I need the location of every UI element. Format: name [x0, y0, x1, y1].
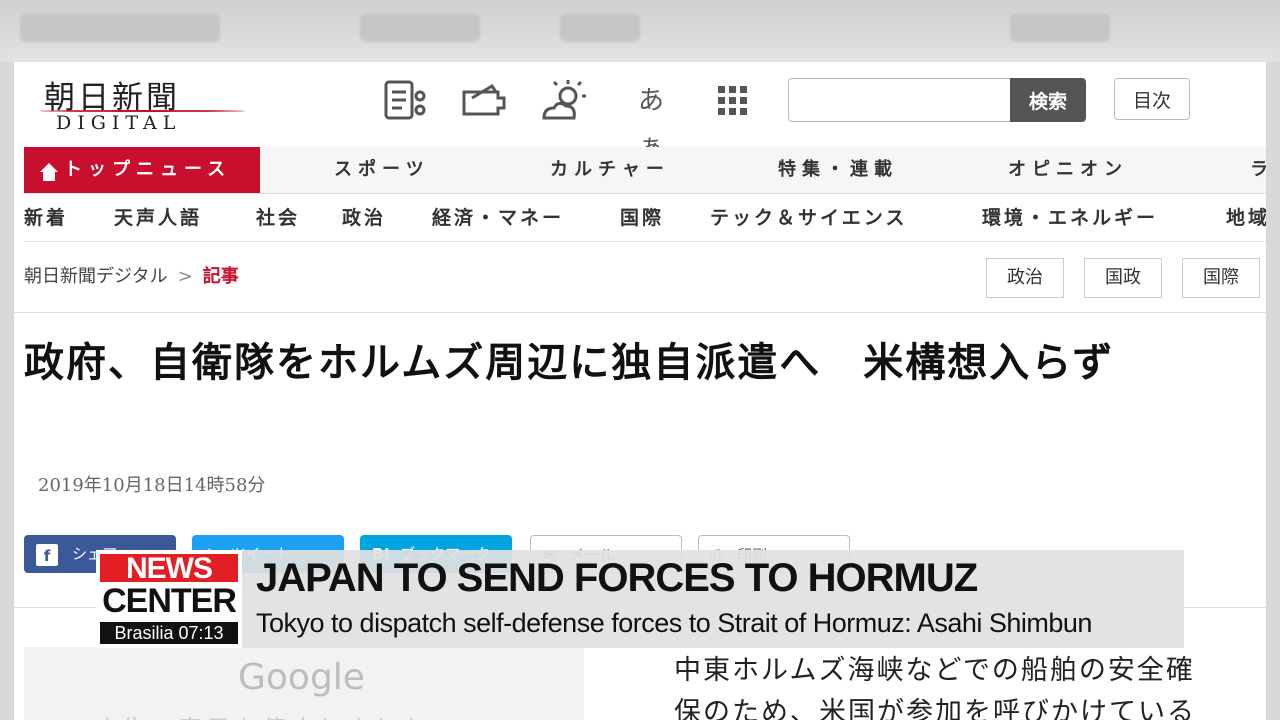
ad-slot[interactable]: Google この広告の表示を停止しました	[24, 647, 584, 720]
weather-icon[interactable]	[540, 78, 590, 124]
nav-more[interactable]: ラ	[1250, 147, 1266, 193]
nav-tensei-jingo[interactable]: 天声人語	[114, 195, 202, 241]
nav-environment[interactable]: 環境・エネルギー	[982, 195, 1158, 241]
article-date: 2019年10月18日14時58分	[38, 475, 266, 496]
broadcast-title: JAPAN TO SEND FORCES TO HORMUZ	[256, 556, 978, 600]
newspaper-icon[interactable]	[380, 78, 430, 124]
tag-politics[interactable]: 政治	[986, 258, 1064, 298]
primary-nav: トップニュース スポーツ カルチャー 特集・連載 オピニオン ラ	[24, 147, 1266, 194]
index-button[interactable]: 目次	[1114, 78, 1190, 120]
article-body-line: 保のため、米国が参加を呼びかけている	[674, 697, 1196, 720]
search-button[interactable]: 検索	[1010, 78, 1086, 122]
tag-international[interactable]: 国際	[1182, 258, 1260, 298]
secondary-nav: 新着 天声人語 社会 政治 経済・マネー 国際 テック＆サイエンス 環境・エネル…	[24, 195, 1266, 242]
asahi-logo[interactable]: 朝日新聞 DIGITAL	[40, 70, 245, 140]
article-headline: 政府、自衛隊をホルムズ周辺に独自派遣へ 米構想入らず	[24, 339, 1115, 386]
logo-digital: DIGITAL	[56, 112, 182, 134]
nav-features[interactable]: 特集・連載	[778, 147, 898, 193]
grid-menu-icon[interactable]	[708, 78, 758, 124]
google-ad-logo: Google	[238, 657, 365, 698]
nav-top-news-label: トップニュース	[64, 159, 232, 180]
nav-society[interactable]: 社会	[256, 195, 300, 241]
location-time: Brasilia 07:13	[100, 622, 238, 644]
nav-economy[interactable]: 経済・マネー	[432, 195, 564, 241]
nav-opinion[interactable]: オピニオン	[1008, 147, 1128, 193]
nav-sports[interactable]: スポーツ	[334, 147, 430, 193]
logo-news: NEWS	[100, 554, 238, 584]
ad-notice: この広告の表示を停止しました	[38, 709, 430, 720]
nav-international[interactable]: 国際	[620, 195, 664, 241]
nav-latest[interactable]: 新着	[24, 195, 68, 241]
broadcast-subtitle: Tokyo to dispatch self-defense forces to…	[256, 608, 1092, 638]
blurred-browser-bar	[0, 0, 1280, 62]
nav-politics[interactable]: 政治	[342, 195, 386, 241]
article-body: 中東ホルムズ海峡などでの船舶の安全確 保のため、米国が参加を呼びかけている	[674, 650, 1234, 720]
nav-regions[interactable]: 地域	[1226, 195, 1266, 241]
divider	[14, 312, 1266, 313]
facebook-icon: f	[36, 543, 58, 566]
nav-tech-science[interactable]: テック＆サイエンス	[710, 195, 907, 241]
article-body-line: 中東ホルムズ海峡などでの船舶の安全確	[674, 655, 1195, 686]
coupon-icon[interactable]	[458, 78, 508, 124]
nav-culture[interactable]: カルチャー	[550, 147, 670, 193]
home-icon	[40, 163, 58, 181]
breadcrumb-separator: >	[177, 266, 193, 287]
breadcrumb-home[interactable]: 朝日新聞デジタル	[24, 266, 168, 287]
nav-top-news[interactable]: トップニュース	[24, 147, 260, 193]
breadcrumb: 朝日新聞デジタル > 記事	[24, 262, 239, 288]
tag-national-politics[interactable]: 国政	[1084, 258, 1162, 298]
font-size-icon[interactable]: あぁ	[626, 78, 676, 162]
news-center-logo: NEWS CENTER Brasilia 07:13	[96, 550, 242, 648]
news-lower-third: NEWS CENTER Brasilia 07:13 JAPAN TO SEND…	[96, 550, 1184, 648]
search-input[interactable]	[788, 78, 1011, 122]
logo-center: CENTER	[102, 582, 237, 620]
breadcrumb-current: 記事	[202, 266, 239, 287]
